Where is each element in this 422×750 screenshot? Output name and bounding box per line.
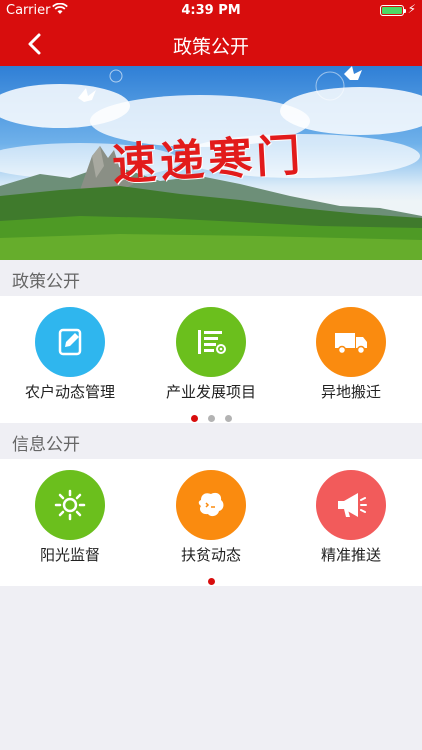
status-time: 4:39 PM	[181, 3, 241, 18]
truck-icon	[316, 307, 386, 377]
grid-item-label: 农户动态管理	[24, 383, 115, 401]
chat-bubble-icon	[176, 470, 246, 540]
info-grid: 阳光监督 扶贫动态 精准推送	[0, 459, 422, 586]
page-dot[interactable]	[190, 415, 198, 422]
nav-bar: 政策公开	[0, 22, 422, 66]
section-title-info: 信息公开	[12, 435, 80, 455]
sun-icon	[35, 470, 105, 540]
status-bar: Carrier 4:39 PM ⚡	[0, 0, 422, 22]
banner-image[interactable]: 速递寒门	[0, 66, 422, 260]
section-header-policy: 政策公开	[0, 260, 422, 296]
page-indicator	[0, 570, 422, 585]
grid-item-label: 阳光监督	[39, 546, 100, 564]
edit-note-icon	[35, 307, 105, 377]
grid-item-household-management[interactable]: 农户动态管理	[0, 307, 140, 402]
page-dot[interactable]	[224, 415, 232, 422]
page-dot[interactable]	[207, 578, 215, 585]
banner-title: 速递寒门	[111, 130, 306, 191]
grid-item-label: 精准推送	[320, 546, 381, 564]
page-dot[interactable]	[207, 415, 215, 422]
section-header-info: 信息公开	[0, 423, 422, 459]
grid-item-sunshine-supervision[interactable]: 阳光监督	[0, 470, 140, 565]
grid-item-label: 异地搬迁	[320, 383, 381, 401]
policy-grid: 农户动态管理 产业发展项目 异地搬迁	[0, 296, 422, 423]
grid-item-industry-projects[interactable]: 产业发展项目	[141, 307, 281, 402]
grid-item-relocation[interactable]: 异地搬迁	[281, 307, 421, 402]
page-title: 政策公开	[172, 36, 249, 58]
grid-item-poverty-news[interactable]: 扶贫动态	[141, 470, 281, 565]
megaphone-icon	[316, 470, 386, 540]
grid-item-label: 产业发展项目	[165, 383, 256, 401]
section-title-policy: 政策公开	[12, 272, 80, 292]
grid-item-label: 扶贫动态	[180, 546, 241, 564]
page-indicator	[0, 407, 422, 422]
grid-item-precise-push[interactable]: 精准推送	[281, 470, 421, 565]
charging-icon: ⚡	[407, 2, 416, 16]
list-settings-icon	[176, 307, 246, 377]
battery-icon	[380, 5, 406, 16]
